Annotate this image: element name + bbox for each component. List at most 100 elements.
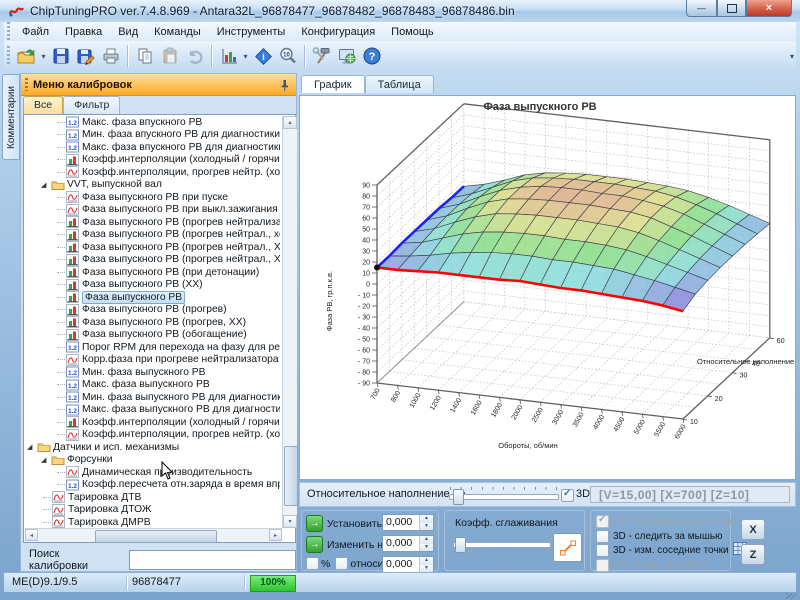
tree-item[interactable]: Коэфф.интерполяции (холодный / горячий ) [25, 154, 280, 167]
pin-icon[interactable] [279, 79, 290, 91]
menu-help[interactable]: Помощь [383, 26, 442, 38]
tree-folder[interactable]: ◢Форсунки [25, 454, 280, 467]
paste-button[interactable] [157, 43, 182, 69]
tree-item[interactable]: 1.2Мин. фаза впускного РВ для диагностик… [25, 129, 280, 142]
tree-item[interactable]: Тарировка ДМРВ [25, 516, 280, 528]
set-value-spinner[interactable]: 0,000 ▲▼ [382, 514, 434, 531]
tree-item[interactable]: 1.2Мин. фаза выпускного РВ [25, 366, 280, 379]
print-button[interactable] [98, 43, 123, 69]
3d-checkbox[interactable] [561, 489, 574, 502]
spin-down-icon[interactable]: ▼ [420, 565, 433, 573]
scroll-right-icon[interactable]: ▸ [269, 529, 282, 541]
tree-item[interactable]: Фаза выпускного РВ при выкл.зажигания [25, 204, 280, 217]
tree-item[interactable]: 1.2Коэфф.пересчета отн.заряда в время вп… [25, 479, 280, 492]
relative-value-spinner[interactable]: 0,000 ▲▼ [382, 556, 434, 573]
spin-down-icon[interactable]: ▼ [420, 544, 433, 552]
menu-configuration[interactable]: Конфигурация [293, 26, 383, 38]
tree-item[interactable]: Фаза выпускного РВ (обогащение) [25, 329, 280, 342]
tree-vertical-scrollbar[interactable]: ▴ ▾ [282, 116, 297, 528]
tree-item[interactable]: Фаза выпускного РВ (прогрев) [25, 304, 280, 317]
undo-button[interactable] [182, 43, 207, 69]
scroll-left-icon[interactable]: ◂ [25, 529, 38, 541]
option-checkbox[interactable] [596, 530, 609, 543]
save-button[interactable] [48, 43, 73, 69]
spinner-arrows[interactable]: ▲▼ [419, 515, 433, 530]
expander-icon[interactable]: ◢ [27, 443, 37, 451]
tree-item[interactable]: 1.2Макс. фаза впускного РВ для диагности… [25, 141, 280, 154]
z-axis-button[interactable]: Z [741, 544, 765, 565]
spinner-arrows[interactable]: ▲▼ [419, 536, 433, 551]
tree-item[interactable]: Фаза выпускного РВ (прогрев нейтрал., хо… [25, 229, 280, 242]
scrollbar-thumb[interactable] [284, 446, 298, 506]
spin-down-icon[interactable]: ▼ [420, 523, 433, 531]
spin-up-icon[interactable]: ▲ [420, 515, 433, 523]
tree-item[interactable]: Фаза выпускного РВ (прогрев нейтрализато… [25, 216, 280, 229]
relative-checkbox[interactable] [335, 557, 348, 570]
fill-slider-thumb[interactable] [453, 489, 464, 505]
fill-slider-track[interactable] [449, 494, 559, 500]
open-dropdown-caret[interactable]: ▾ [39, 52, 48, 61]
tree-item[interactable]: Коэфф.интерполяции, прогрев нейтр. (холо… [25, 429, 280, 442]
online-update-button[interactable] [334, 43, 359, 69]
tree-item[interactable]: Коэфф.интерполяции (холодный / горячий ) [25, 416, 280, 429]
apply-set-button[interactable]: → [306, 515, 323, 532]
scroll-down-icon[interactable]: ▾ [283, 515, 297, 528]
tree-item[interactable]: 1.2Порог RPM для перехода на фазу для ре… [25, 341, 280, 354]
comments-dock-tab[interactable]: Комментарии [2, 74, 20, 160]
view-option-1[interactable]: 3D - следить за мышью [596, 530, 723, 543]
tab-graph[interactable]: График [301, 75, 365, 93]
minimize-button[interactable]: — [686, 0, 717, 17]
interpolate-button[interactable] [553, 533, 582, 562]
tree-item[interactable]: Фаза выпускного РВ [25, 291, 280, 304]
tree-item[interactable]: 1.2Макс. фаза впускного РВ [25, 116, 280, 129]
spinner-arrows[interactable]: ▲▼ [419, 557, 433, 572]
tree-item[interactable]: Фаза выпускного РВ (при детонации) [25, 266, 280, 279]
menu-file[interactable]: Файл [14, 26, 57, 38]
spin-up-icon[interactable]: ▲ [420, 557, 433, 565]
tree-item[interactable]: Фаза выпускного РВ (прогрев нейтрал., ХХ… [25, 254, 280, 267]
expander-icon[interactable]: ◢ [41, 181, 51, 189]
tree-item[interactable]: 1.2Макс. фаза выпускного РВ [25, 379, 280, 392]
x-axis-button[interactable]: X [741, 519, 765, 540]
tree-item[interactable]: 1.2Мин. фаза выпускного РВ для диагности… [25, 391, 280, 404]
tree-folder[interactable]: ◢Датчики и исп. механизмы [25, 441, 280, 454]
smoothing-slider-thumb[interactable] [455, 537, 466, 553]
tree-item[interactable]: Фаза выпускного РВ (прогрев, ХХ) [25, 316, 280, 329]
tree-item[interactable]: Корр.фаза при прогреве нейтрализатора [25, 354, 280, 367]
menu-view[interactable]: Вид [110, 26, 146, 38]
smoothing-slider-track[interactable] [453, 542, 551, 548]
tree-folder[interactable]: ◢VVT, выпускной вал [25, 179, 280, 192]
menu-commands[interactable]: Команды [146, 26, 209, 38]
tab-all[interactable]: Все [23, 96, 63, 114]
about-button[interactable]: i [250, 43, 275, 69]
search-input[interactable] [129, 550, 296, 570]
menu-edit[interactable]: Правка [57, 26, 110, 38]
tree-item[interactable]: Фаза выпускного РВ (прогрев нейтрал., ХХ… [25, 241, 280, 254]
change-value-spinner[interactable]: 0,000 ▲▼ [382, 535, 434, 552]
percent-checkbox[interactable] [306, 557, 319, 570]
chart-compare-button[interactable] [216, 43, 241, 69]
tree-item[interactable]: Фаза выпускного РВ при пуске [25, 191, 280, 204]
tree-item[interactable]: Фаза выпускного РВ (ХХ) [25, 279, 280, 292]
tools-button[interactable] [309, 43, 334, 69]
help-button[interactable]: ? [359, 43, 384, 69]
tree-item[interactable]: Тарировка ДТОЖ [25, 504, 280, 517]
tab-table[interactable]: Таблица [365, 75, 434, 93]
copy-button[interactable] [132, 43, 157, 69]
option-checkbox[interactable] [596, 544, 609, 557]
menu-instruments[interactable]: Инструменты [209, 26, 294, 38]
tree-horizontal-scrollbar[interactable]: ◂ ▸ [25, 528, 282, 542]
resize-grip[interactable] [786, 593, 796, 599]
surface-chart[interactable]: 9080706050403020100- 10- 20- 30- 40- 50-… [300, 96, 795, 479]
toolbar-overflow-icon[interactable]: ▾ [790, 52, 794, 61]
open-file-button[interactable] [14, 43, 39, 69]
chart-dropdown-caret[interactable]: ▾ [241, 52, 250, 61]
tab-filter[interactable]: Фильтр [63, 96, 120, 114]
close-button[interactable]: × [746, 0, 792, 17]
expander-icon[interactable]: ◢ [41, 456, 51, 464]
tree-item[interactable]: 1.2Макс. фаза выпускного РВ для диагност… [25, 404, 280, 417]
maximize-button[interactable] [717, 0, 746, 17]
view-option-2[interactable]: 3D - изм. соседние точки [596, 544, 747, 557]
tree-item[interactable]: Динамическая производительность [25, 466, 280, 479]
apply-change-button[interactable]: → [306, 536, 323, 553]
